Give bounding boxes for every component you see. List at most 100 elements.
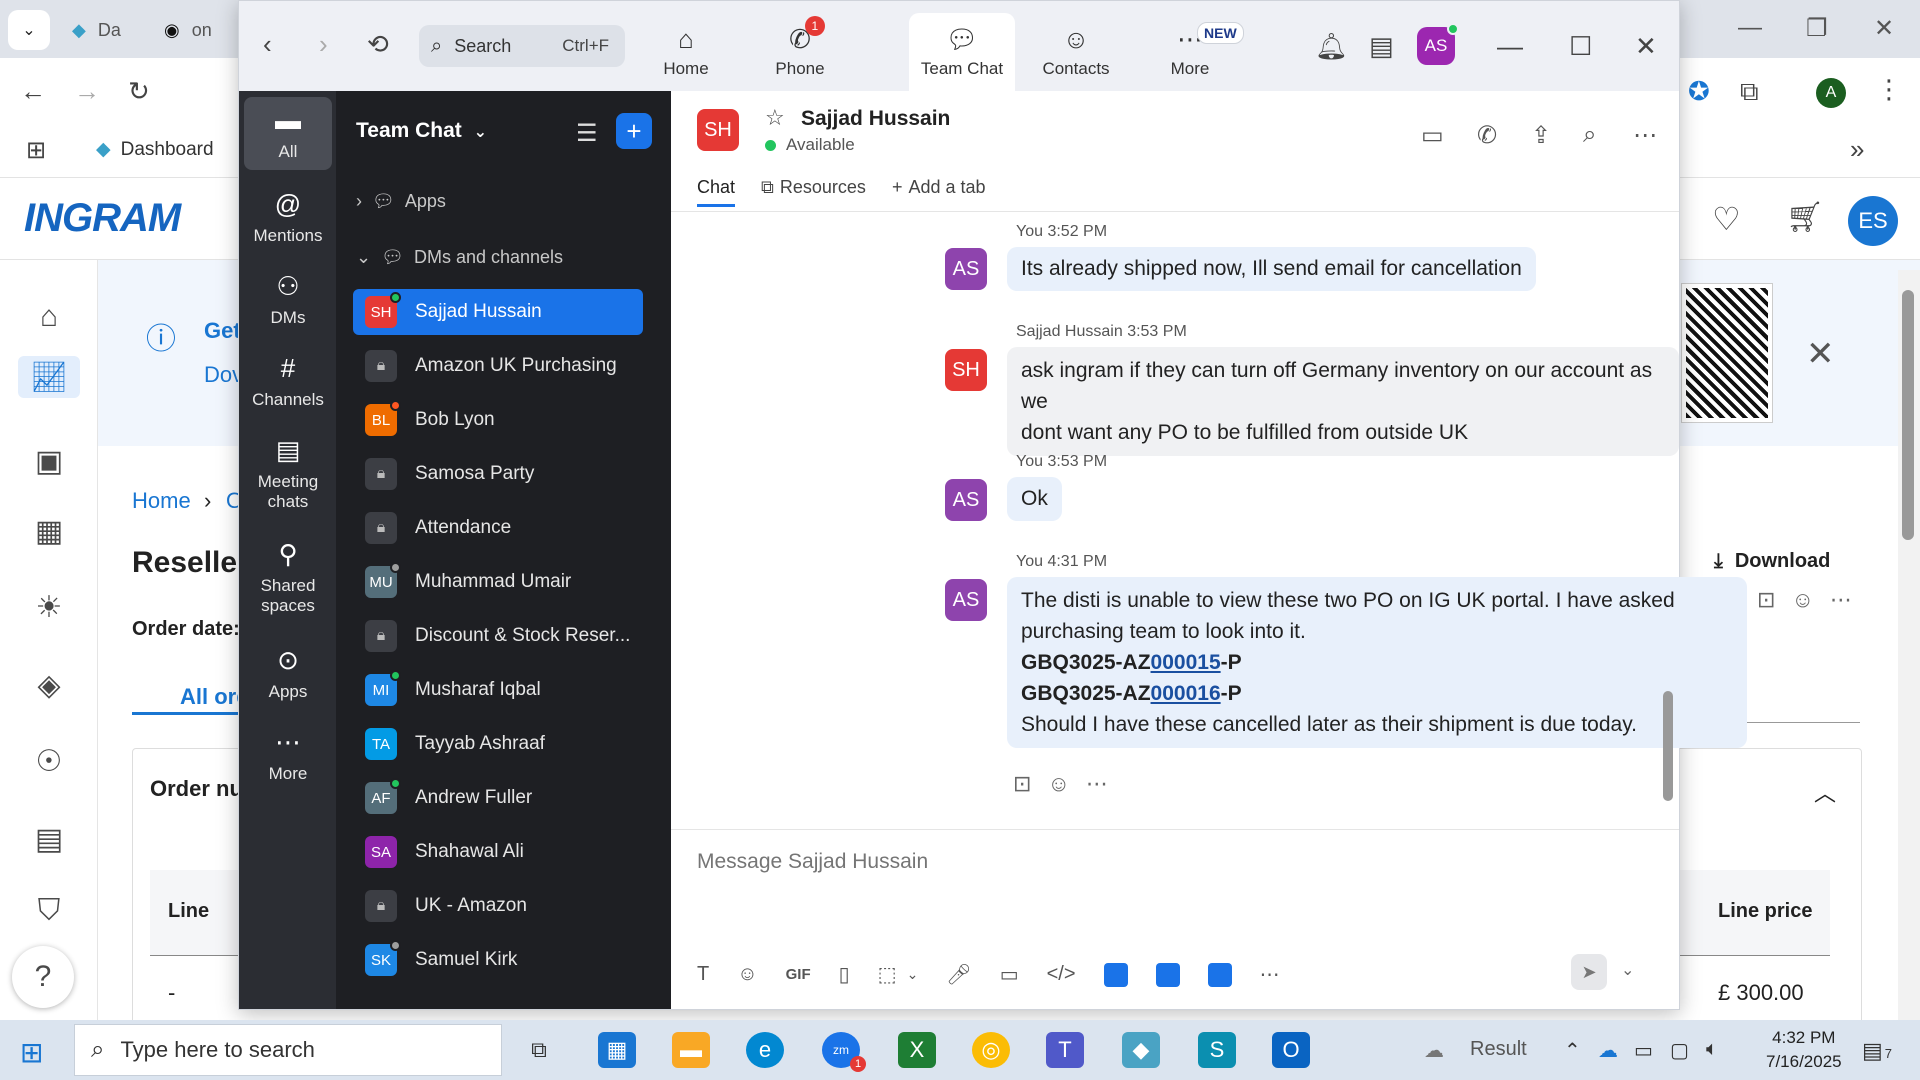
app-icon[interactable] [1155,962,1180,987]
zoom-app-icon[interactable]: zm 1 [822,1032,866,1072]
phone-icon[interactable]: ✆ [1477,121,1497,150]
building-icon[interactable]: ▦ [28,510,70,552]
more-options-icon[interactable]: ⋯ [1633,121,1657,150]
chevron-down-icon[interactable]: ⌄ [907,966,919,983]
chat-list-item[interactable]: AF Andrew Fuller [353,775,643,821]
tab-add[interactable]: + Add a tab [892,177,986,207]
tab-phone[interactable]: ✆ 1 Phone [747,13,853,91]
search-icon[interactable]: ⌕ [1583,121,1596,149]
format-text-icon[interactable]: T [697,963,709,986]
chat-list-item[interactable]: 🔒︎ Samosa Party [353,451,643,497]
cart-icon[interactable]: 🛒︎ [1786,200,1824,235]
filter-icon[interactable]: ☰ [576,119,598,148]
menu-dots-icon[interactable]: ⋮ [1876,74,1902,105]
task-view-icon[interactable]: ⧉ [520,1032,558,1068]
rail-all[interactable]: ▬ All [244,97,332,170]
page-scrollbar[interactable] [1898,270,1920,1020]
chat-list-item[interactable]: BL Bob Lyon [353,397,643,443]
outlook-icon[interactable]: O [1272,1032,1310,1068]
message-bubble[interactable]: ask ingram if they can turn off Germany … [1007,347,1679,456]
help-icon[interactable]: ? [12,946,74,1008]
chrome-icon[interactable]: ◎ [972,1032,1010,1068]
star-icon[interactable]: ☆ [765,105,785,131]
chevron-up-icon[interactable]: ⌃ [1564,1038,1581,1063]
bag-icon[interactable]: ⛉ [28,890,70,932]
heart-icon[interactable]: ♡ [1712,200,1741,238]
calendar-icon[interactable]: ▤ [28,818,70,860]
tab-team-chat[interactable]: 💬︎ Team Chat [909,13,1015,91]
po-link[interactable]: 000015 [1151,651,1221,674]
chart-icon[interactable]: 📈︎ [18,356,80,398]
tab-chat[interactable]: Chat [697,177,736,207]
calendar-icon[interactable]: ▤ [1369,31,1394,62]
network-icon[interactable]: ▢ [1670,1038,1689,1063]
close-icon[interactable]: ✕ [1874,14,1894,43]
maximize-icon[interactable]: ☐ [1569,31,1592,62]
rail-shared-spaces[interactable]: ⚲ Shared spaces [244,539,332,616]
emoji-react-icon[interactable]: ☺ [1791,587,1813,613]
edge-icon[interactable]: e [746,1032,784,1068]
user-avatar[interactable]: ES [1848,196,1898,246]
notifications-icon[interactable]: ▤ 7 [1862,1038,1892,1064]
tab-contacts[interactable]: ☺ Contacts [1023,13,1129,91]
new-chat-button[interactable]: + [616,113,652,149]
tab-resources[interactable]: ⧉ Resources [761,177,866,207]
calculator-icon[interactable]: ▦ [598,1032,636,1068]
chat-list-item[interactable]: 🔒︎ Amazon UK Purchasing [353,343,643,389]
emoji-icon[interactable]: ☺ [737,963,757,986]
lightbulb-icon[interactable]: ☀ [28,586,70,628]
chat-list-item[interactable]: MU Muhammad Umair [353,559,643,605]
po-link[interactable]: 000016 [1151,682,1221,705]
code-icon[interactable]: </> [1047,963,1076,986]
forward-icon[interactable]: › [319,29,328,60]
app-icon[interactable] [1103,962,1128,987]
send-options-chevron-icon[interactable]: ⌄ [1621,960,1634,980]
system-clock[interactable]: 4:32 PM 7/16/2025 [1766,1026,1842,1074]
minimize-icon[interactable]: — [1738,14,1762,42]
scrollbar-thumb[interactable] [1663,691,1673,801]
forward-icon[interactable]: → [74,76,100,107]
contact-avatar[interactable]: SH [697,109,739,151]
chat-list-item[interactable]: SK Samuel Kirk [353,937,643,983]
chat-list-item[interactable]: 🔒︎ Attendance [353,505,643,551]
message-bubble[interactable]: The disti is unable to view these two PO… [1007,577,1747,748]
chat-list-item[interactable]: MI Musharaf Iqbal [353,667,643,713]
teams-icon[interactable]: T [1046,1032,1084,1068]
screenshot-icon[interactable]: ⬚ [878,962,897,987]
close-banner-icon[interactable]: ✕ [1806,334,1835,374]
home-icon[interactable]: ⌂ [28,296,70,338]
weather-icon[interactable]: ☁ [1424,1038,1444,1063]
gif-icon[interactable]: GIF [786,966,811,983]
reply-icon[interactable]: ⊡ [1757,587,1775,613]
download-button[interactable]: ⤓ Download [1714,550,1830,573]
minimize-icon[interactable]: — [1497,31,1523,62]
contact-name[interactable]: Sajjad Hussain [801,107,950,131]
profile-avatar[interactable]: A [1816,78,1846,108]
team-chat-dropdown[interactable]: Team Chat ⌄ [356,119,487,143]
chat-list-item[interactable]: 🔒︎ Discount & Stock Reser... [353,613,643,659]
more-icon[interactable]: ⋯ [1260,962,1280,987]
group-dms-channels[interactable]: ⌄ 💬︎ DMs and channels [356,247,563,268]
rail-dms[interactable]: ⚇ DMs [244,271,332,328]
tab-more[interactable]: ⋯ NEW More [1137,13,1244,91]
rail-channels[interactable]: # Channels [244,353,332,410]
bell-icon[interactable]: 🔔︎ [1315,31,1348,62]
volume-icon[interactable]: 🔈︎ [1706,1038,1718,1061]
sender-avatar[interactable]: AS [945,579,987,621]
tab-home[interactable]: ⌂ Home [633,13,739,91]
back-icon[interactable]: ‹ [263,29,272,60]
zoom-user-avatar[interactable]: AS [1417,23,1459,65]
zoom-search[interactable]: ⌕ Search Ctrl+F [419,25,625,67]
rail-meeting-chats[interactable]: ▤ Meeting chats [244,435,332,512]
group-apps[interactable]: › 💬︎ Apps [356,191,446,212]
result-label[interactable]: Result [1470,1038,1527,1061]
back-icon[interactable]: ← [20,76,46,107]
puzzle-icon[interactable]: ⧉ [1740,76,1759,108]
close-icon[interactable]: ✕ [1635,31,1657,62]
taskbar-search[interactable]: ⌕ Type here to search [74,1024,502,1076]
browser-tab[interactable]: ◆ Da [72,10,121,50]
box-icon[interactable]: ▣ [28,440,70,482]
share-screen-icon[interactable]: ⇪ [1531,121,1551,150]
rail-mentions[interactable]: @ Mentions [244,189,332,246]
chat-list-item[interactable]: SH Sajjad Hussain [353,289,643,335]
